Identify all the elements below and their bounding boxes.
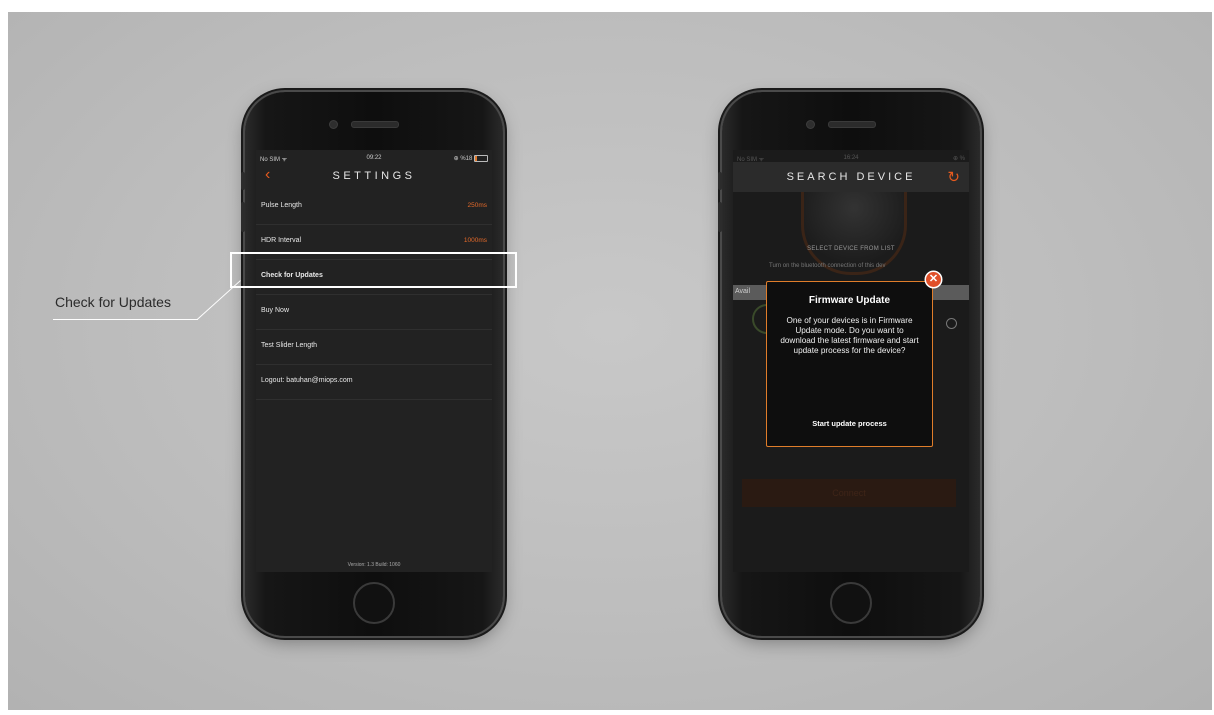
camera-icon (806, 120, 815, 129)
settings-list: Pulse Length 250ms HDR Interval 1000ms C… (256, 190, 492, 400)
battery-indicator: ⊕ %18 (454, 155, 488, 162)
callout-label: Check for Updates (55, 294, 171, 310)
mute-switch (718, 172, 722, 190)
settings-header: ‹ SETTINGS (256, 164, 492, 190)
select-device-label: SELECT DEVICE FROM LIST (807, 246, 895, 252)
battery-icon (474, 155, 488, 162)
row-label: HDR Interval (261, 237, 302, 244)
speaker-grille (351, 121, 399, 128)
close-icon[interactable]: ✕ (926, 272, 941, 287)
bluetooth-instruction: Turn on the bluetooth connection of this… (769, 263, 886, 269)
volume-up-button (241, 202, 245, 232)
home-button[interactable] (353, 582, 395, 624)
row-label: Buy Now (261, 307, 290, 314)
settings-row-test-slider-length[interactable]: Test Slider Length (256, 330, 492, 365)
row-label: Check for Updates (261, 272, 323, 279)
battery-label: ⊕ %18 (453, 156, 473, 163)
row-value: 1000ms (463, 237, 487, 244)
home-button[interactable] (830, 582, 872, 624)
settings-row-check-for-updates[interactable]: Check for Updates (256, 260, 492, 295)
settings-row-hdr-interval[interactable]: HDR Interval 1000ms (256, 225, 492, 260)
settings-screen: No SIM ᯤ 09:22 ⊕ %18 ‹ SETTINGS Pulse Le… (256, 150, 492, 572)
refresh-icon[interactable]: ↻ (947, 168, 960, 186)
callout-leader-line (53, 319, 198, 320)
phone-settings: No SIM ᯤ 09:22 ⊕ %18 ‹ SETTINGS Pulse Le… (241, 92, 503, 636)
settings-row-pulse-length[interactable]: Pulse Length 250ms (256, 190, 492, 225)
battery-label: ⊕ % (952, 156, 965, 162)
clock: 16:24 (843, 155, 859, 161)
speaker-grille (828, 121, 876, 128)
volume-up-button (718, 202, 722, 232)
dialog-message: One of your devices is in Firmware Updat… (780, 316, 919, 355)
page-title: SEARCH DEVICE (786, 171, 916, 183)
presentation-background (8, 12, 1212, 710)
battery-fill (475, 156, 478, 161)
row-label: Test Slider Length (261, 342, 318, 349)
connect-button[interactable]: Connect (742, 479, 956, 507)
dialog-title: Firmware Update (808, 295, 891, 306)
row-value: 250ms (467, 202, 487, 209)
row-label: Logout: batuhan@miops.com (261, 377, 353, 384)
firmware-update-dialog: Firmware Update One of your devices is i… (766, 281, 933, 447)
row-label: Pulse Length (261, 202, 302, 209)
page-title: SETTINGS (332, 170, 416, 182)
available-label: Avail (735, 288, 751, 295)
settings-row-logout[interactable]: Logout: batuhan@miops.com (256, 365, 492, 400)
search-header: SEARCH DEVICE ↻ (733, 162, 969, 192)
mute-switch (241, 172, 245, 190)
camera-icon (329, 120, 338, 129)
start-update-button[interactable]: Start update process (767, 419, 932, 428)
version-label: Version: 1.3 Build: 1060 (347, 562, 401, 568)
settings-row-buy-now[interactable]: Buy Now (256, 295, 492, 330)
device-select-radio[interactable] (946, 318, 957, 329)
